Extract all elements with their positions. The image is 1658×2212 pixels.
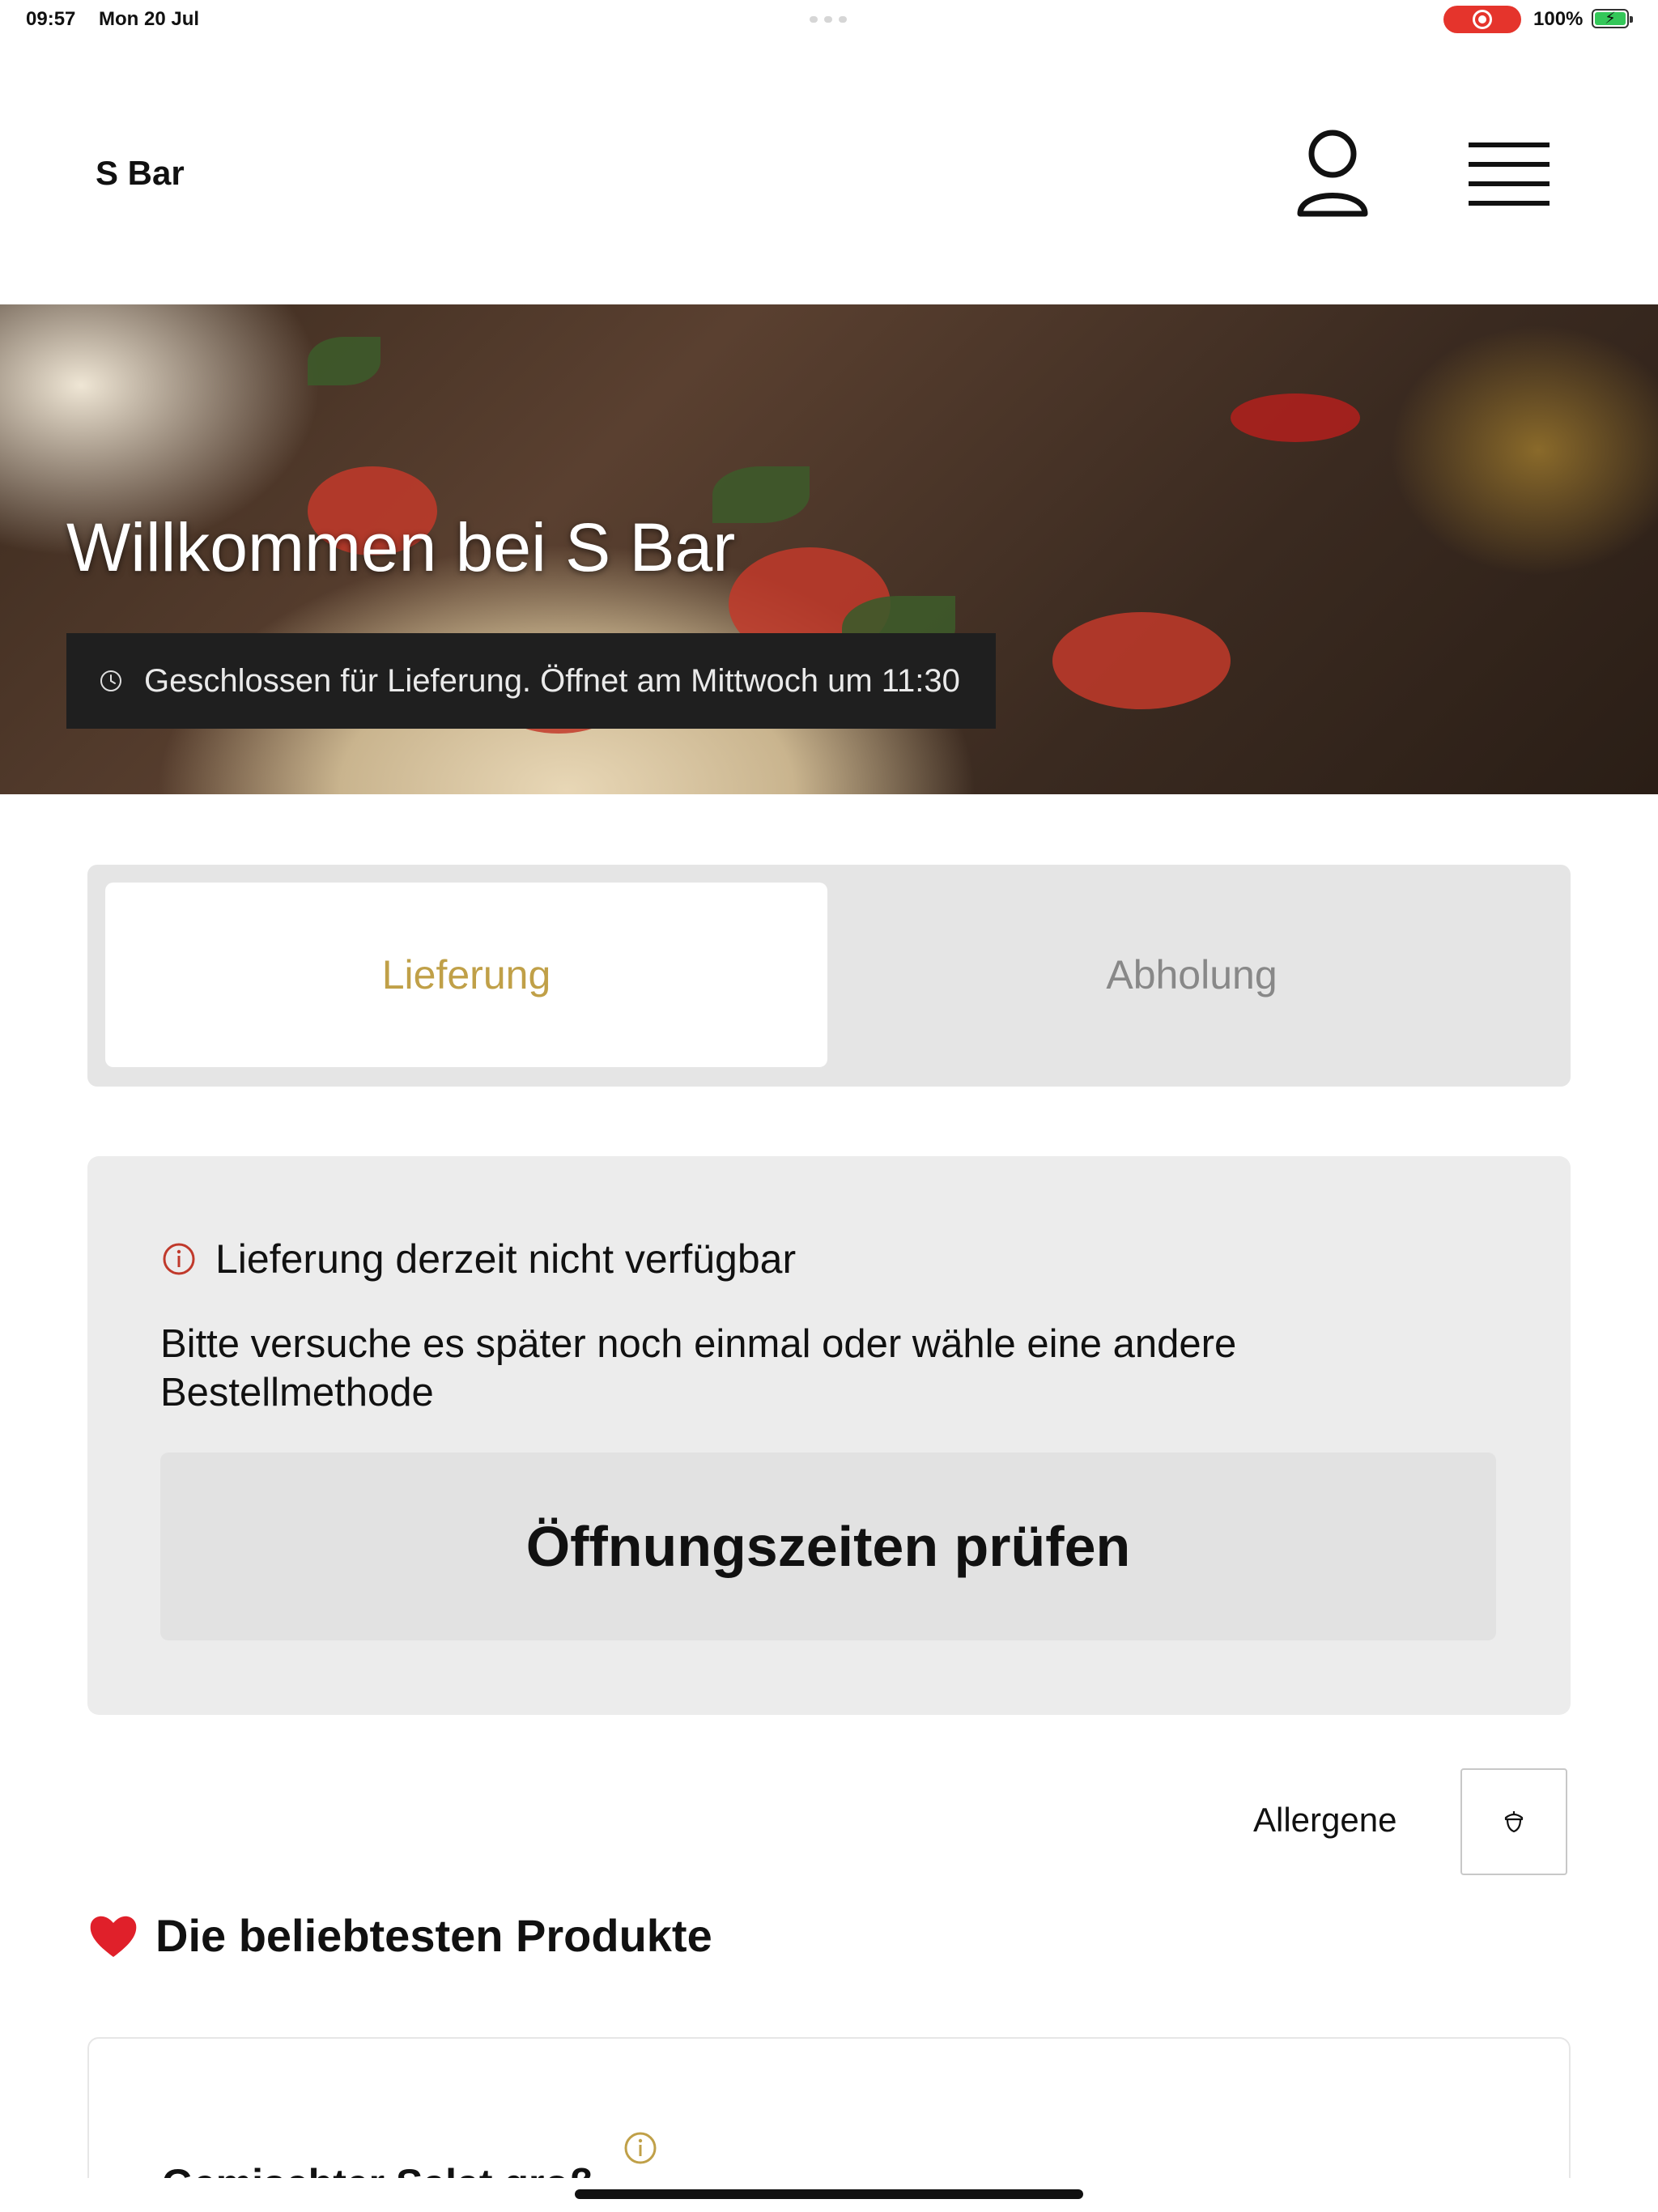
screen-recording-icon[interactable] (1443, 6, 1521, 33)
brand-name[interactable]: S Bar (96, 154, 185, 193)
status-date: Mon 20 Jul (99, 8, 200, 30)
status-bar: 09:57 Mon 20 Jul 100% ⚡ (0, 0, 1658, 39)
popular-products-heading: Die beliebtesten Produkte (87, 1909, 712, 1962)
info-icon[interactable] (623, 2131, 657, 2165)
tab-abholung[interactable]: Abholung (831, 883, 1553, 1067)
allergens-filter-button[interactable] (1460, 1768, 1567, 1875)
tab-lieferung[interactable]: Lieferung (105, 883, 827, 1067)
allergens-label: Allergene (1253, 1801, 1397, 1839)
battery-percentage: 100% (1533, 8, 1584, 30)
hero-banner: Willkommen bei S Bar Geschlossen für Lie… (0, 304, 1658, 794)
home-indicator[interactable] (575, 2189, 1083, 2199)
delivery-unavailable-card: Lieferung derzeit nicht verfügbar Bitte … (87, 1156, 1571, 1715)
clock-icon (100, 670, 121, 691)
user-icon[interactable] (1292, 126, 1373, 223)
card-header: Lieferung derzeit nicht verfügbar (162, 1236, 796, 1283)
info-icon (163, 1243, 195, 1275)
order-method-toggle: Lieferung Abholung (87, 865, 1571, 1087)
card-title: Lieferung derzeit nicht verfügbar (215, 1236, 797, 1282)
section-title: Die beliebtesten Produkte (155, 1910, 712, 1961)
status-time: 09:57 (26, 8, 76, 30)
hamburger-menu-icon[interactable] (1462, 136, 1559, 217)
closed-notice-text: Geschlossen für Lieferung. Öffnet am Mit… (144, 662, 960, 699)
closed-notice: Geschlossen für Lieferung. Öffnet am Mit… (66, 633, 996, 729)
multitasking-dots-icon[interactable] (810, 16, 848, 23)
acorn-icon (1504, 1811, 1524, 1833)
battery-icon: ⚡ (1592, 9, 1633, 28)
hero-title: Willkommen bei S Bar (66, 509, 736, 585)
heart-icon (90, 1916, 137, 1957)
check-opening-hours-button[interactable]: Öffnungszeiten prüfen (160, 1453, 1496, 1640)
card-message: Bitte versuche es später noch einmal ode… (160, 1322, 1237, 1414)
app-header: S Bar (0, 97, 1658, 251)
